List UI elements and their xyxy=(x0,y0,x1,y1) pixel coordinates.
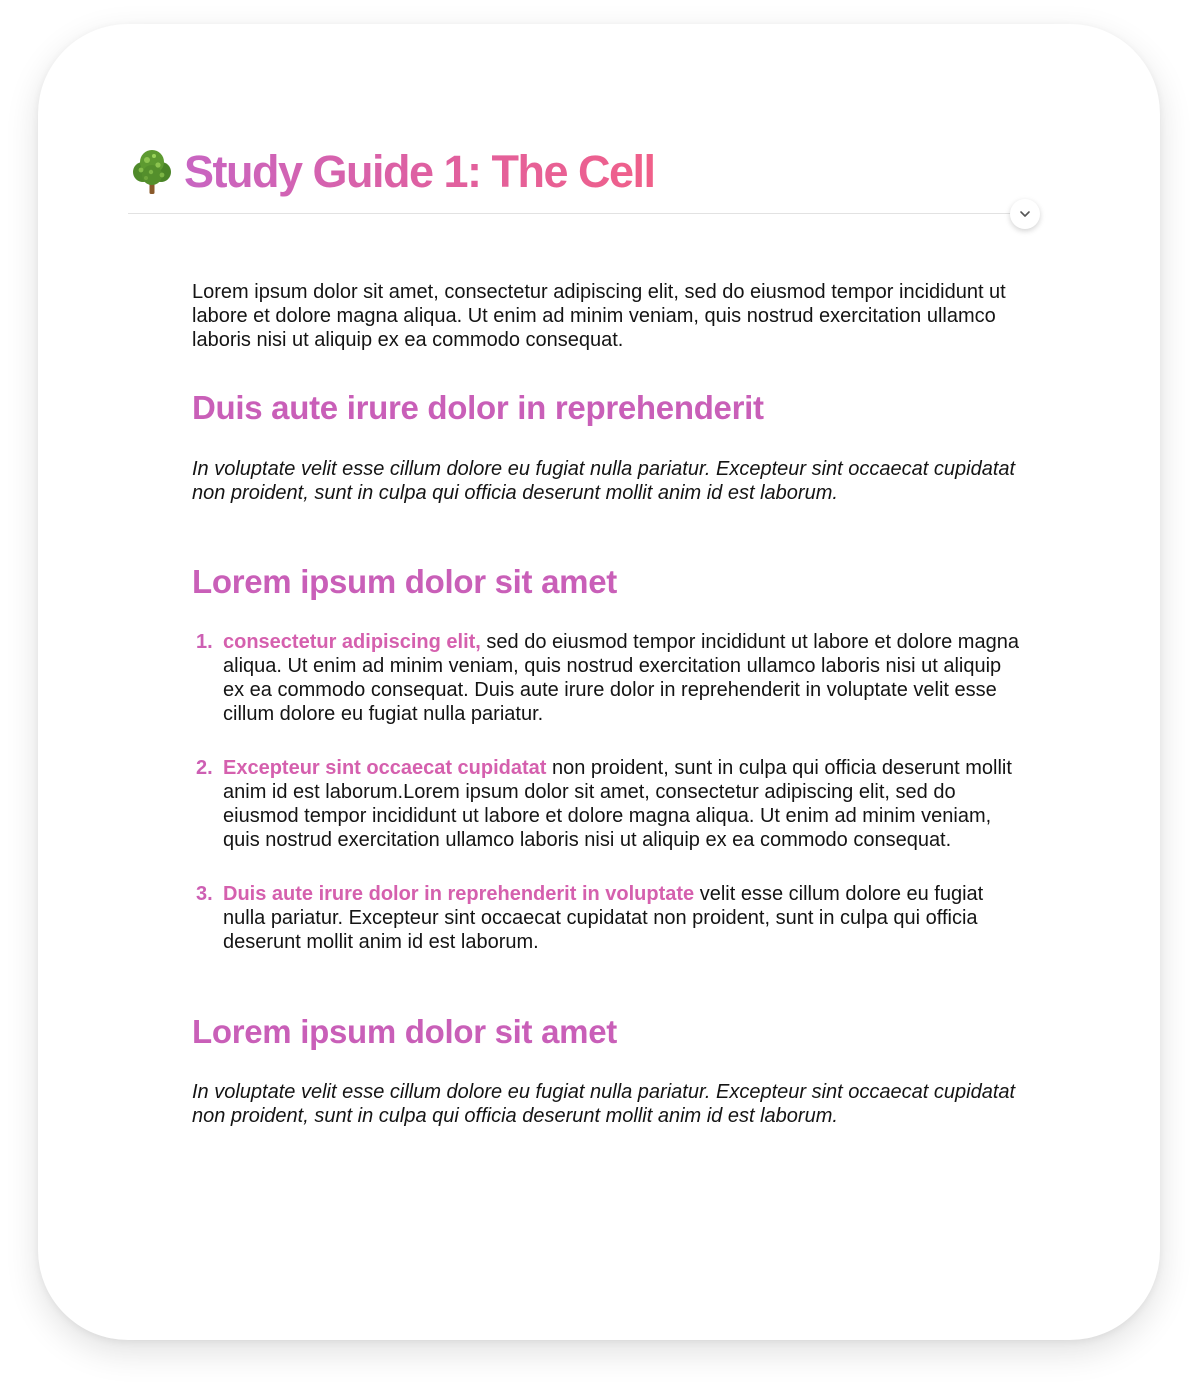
section-body: In voluptate velit esse cillum dolore eu… xyxy=(192,1081,1016,1127)
header-divider xyxy=(128,213,1024,214)
list-number: 2. xyxy=(196,757,213,779)
list-item: 3. Duis aute irure dolor in reprehenderi… xyxy=(192,882,1022,954)
list-item-lead: Excepteur sint occaecat cupidatat xyxy=(223,757,547,779)
numbered-list: 1. consectetur adipiscing elit, sed do e… xyxy=(192,630,1022,954)
study-guide-card: Study Guide 1: The Cell Lorem ipsum dolo… xyxy=(38,24,1160,1340)
section-heading: Lorem ipsum dolor sit amet xyxy=(192,563,617,600)
tree-icon xyxy=(128,148,176,196)
list-item-lead: consectetur adipiscing elit, xyxy=(223,631,481,653)
list-item: 2. Excepteur sint occaecat cupidatat non… xyxy=(192,756,1022,852)
section-heading: Duis aute irure dolor in reprehenderit xyxy=(192,389,764,426)
section-heading: Lorem ipsum dolor sit amet xyxy=(192,1013,617,1050)
section-body: In voluptate velit esse cillum dolore eu… xyxy=(192,458,1016,504)
list-number: 3. xyxy=(196,883,213,905)
page-title: Study Guide 1: The Cell xyxy=(184,146,656,197)
chevron-down-icon xyxy=(1020,211,1030,217)
list-number: 1. xyxy=(196,631,213,653)
guide-content: Lorem ipsum dolor sit amet, consectetur … xyxy=(192,280,1022,1128)
list-item: 1. consectetur adipiscing elit, sed do e… xyxy=(192,630,1022,726)
intro-paragraph: Lorem ipsum dolor sit amet, consectetur … xyxy=(192,281,1006,351)
collapse-button[interactable] xyxy=(1010,199,1040,229)
list-item-lead: Duis aute irure dolor in reprehenderit i… xyxy=(223,883,695,905)
page-header: Study Guide 1: The Cell xyxy=(128,142,656,202)
